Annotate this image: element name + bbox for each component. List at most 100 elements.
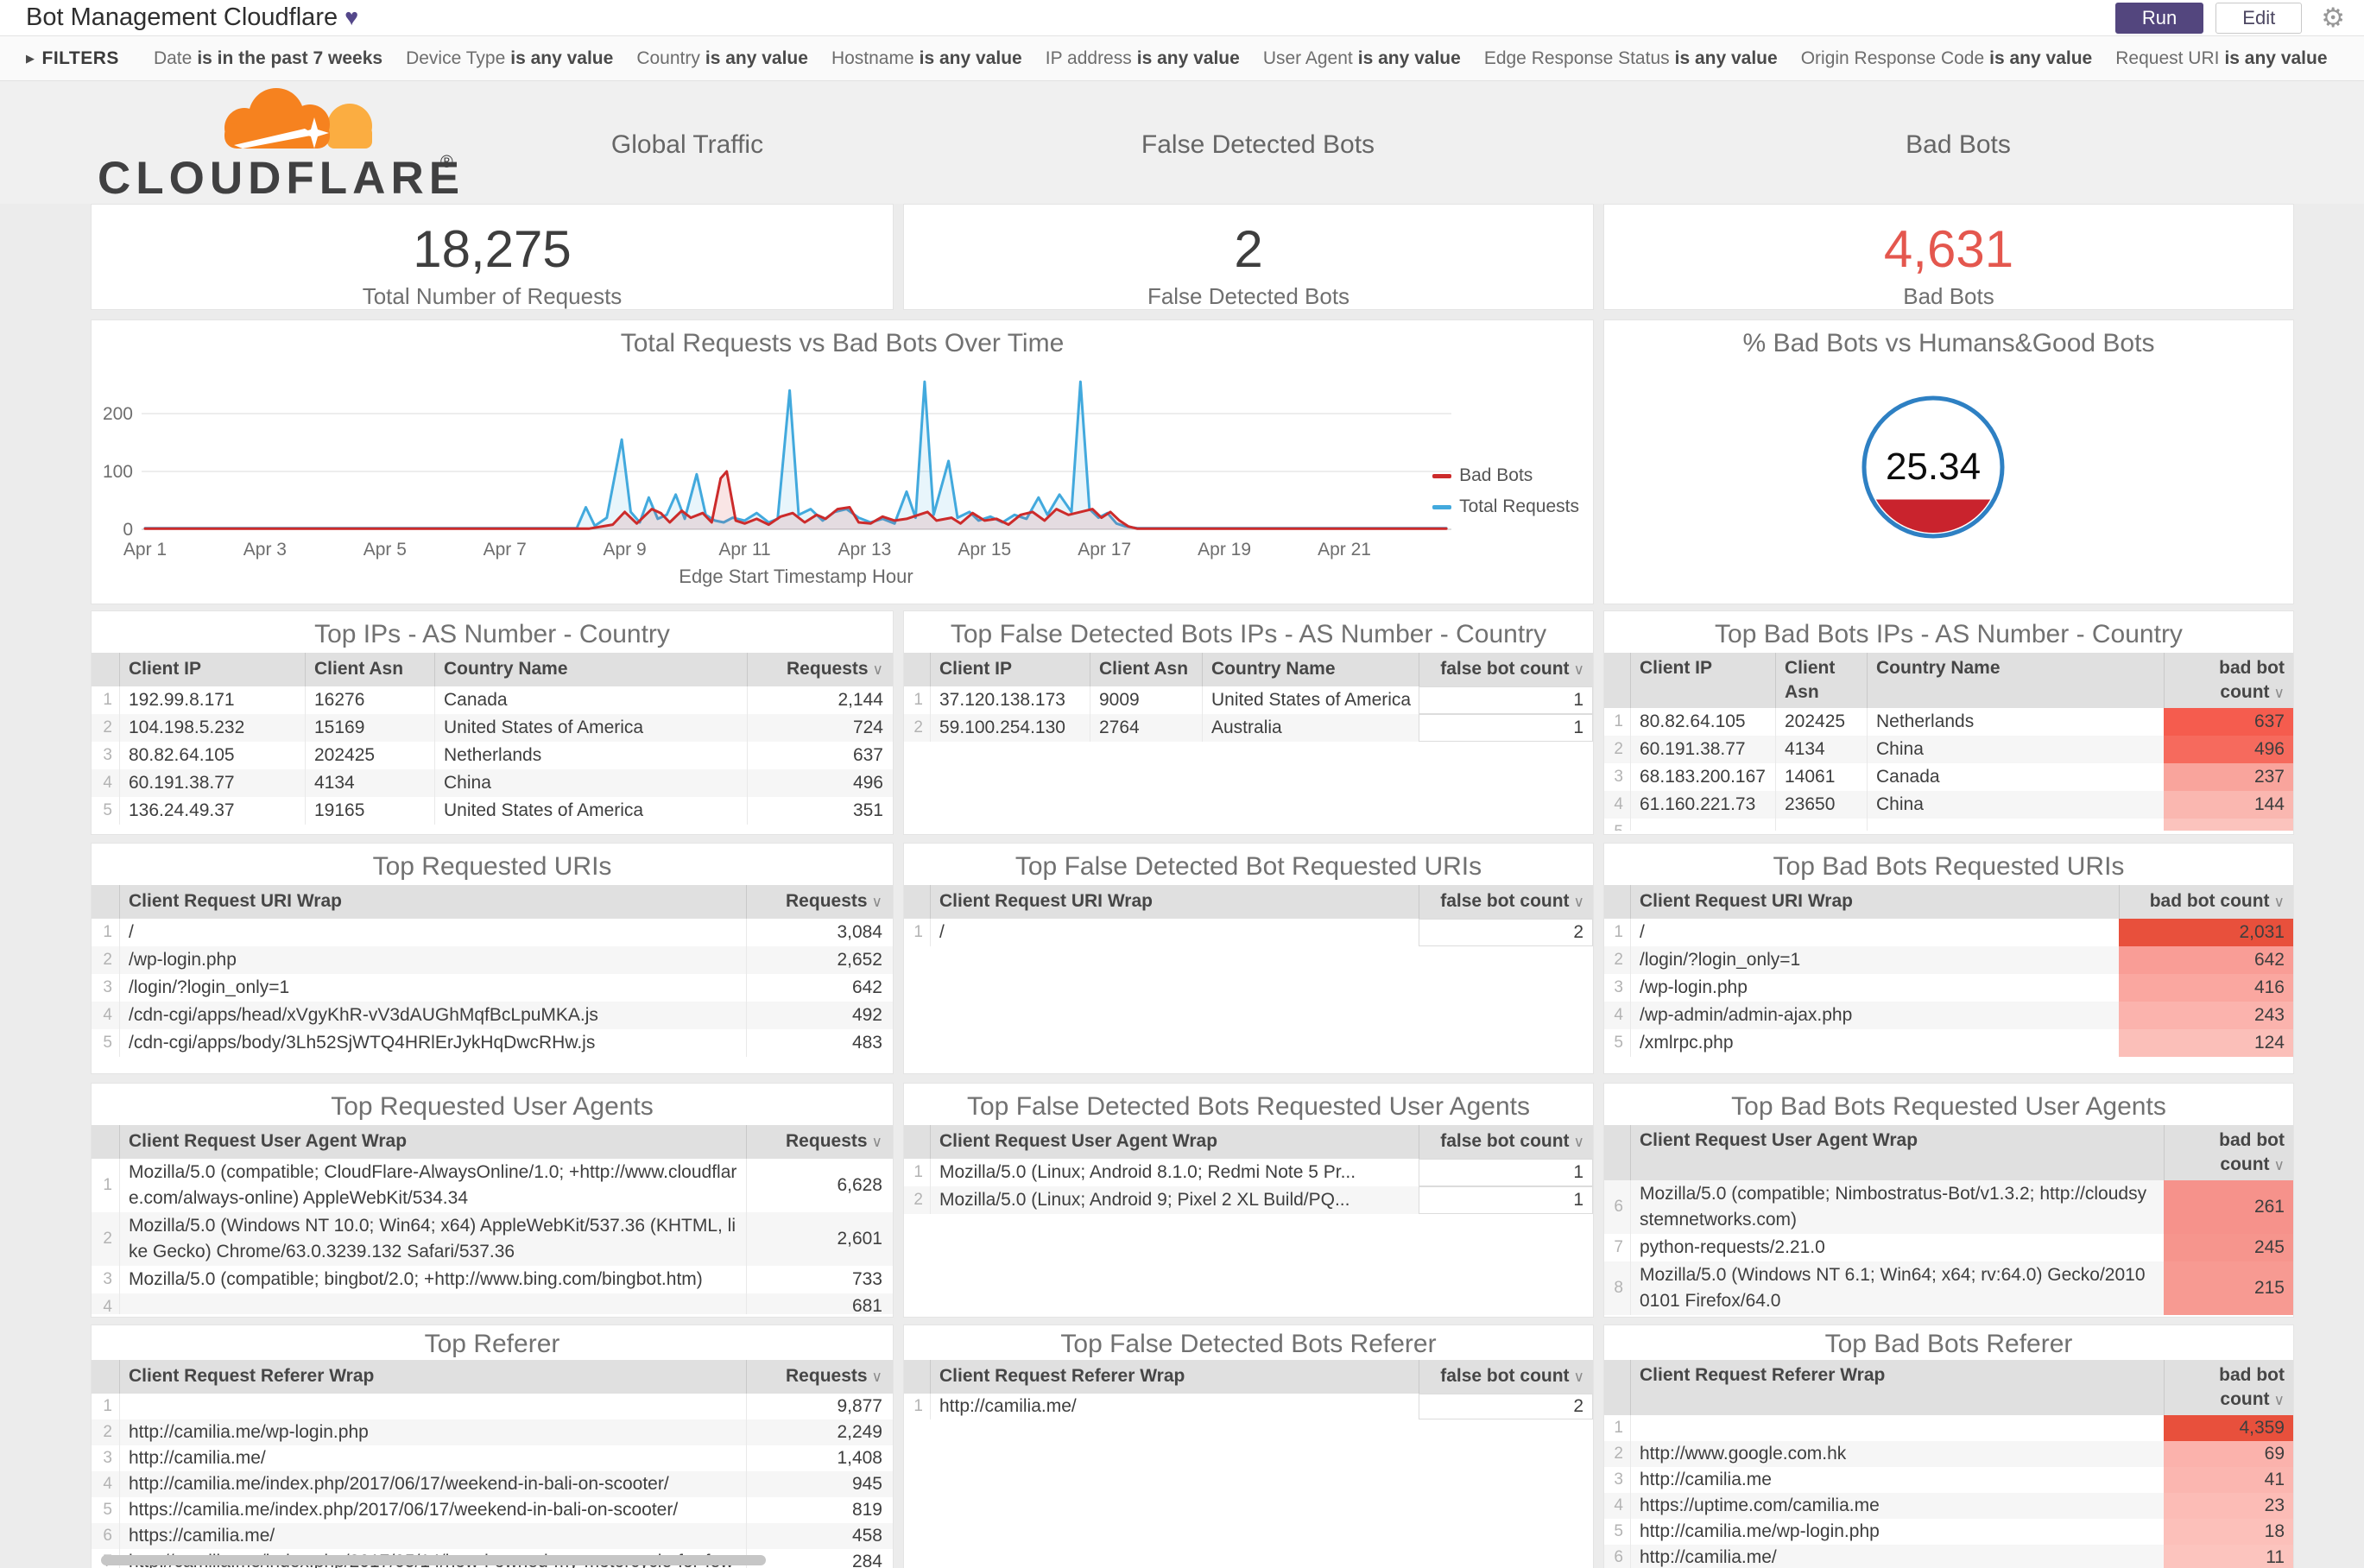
- dimension-cell[interactable]: /login/?login_only=1: [119, 974, 746, 1002]
- gear-icon[interactable]: ⚙: [2321, 4, 2345, 31]
- column-header-requests[interactable]: Requests ∨: [747, 653, 892, 686]
- column-header-false-bot-count[interactable]: false bot count ∨: [1419, 885, 1593, 919]
- dimension-cell[interactable]: Netherlands: [1867, 708, 2164, 736]
- measure-cell[interactable]: 2: [1419, 1394, 1593, 1419]
- measure-cell[interactable]: 261: [2164, 1180, 2293, 1234]
- measure-cell[interactable]: 483: [746, 1029, 891, 1057]
- column-header-bad-bot-count[interactable]: bad bot count ∨: [2164, 1125, 2293, 1180]
- measure-cell[interactable]: 1: [1419, 1186, 1593, 1214]
- dimension-cell[interactable]: http://camilia.me/: [1630, 1545, 2164, 1568]
- measure-cell[interactable]: 6,628: [746, 1159, 891, 1212]
- dimension-cell[interactable]: China: [434, 769, 747, 797]
- measure-cell[interactable]: 41: [2164, 1467, 2293, 1493]
- measure-cell[interactable]: 945: [746, 1471, 891, 1497]
- column-header-requests[interactable]: Requests ∨: [746, 1360, 891, 1394]
- dimension-cell[interactable]: /: [930, 919, 1419, 946]
- legend-item-total-requests[interactable]: Total Requests: [1432, 496, 1579, 517]
- dimension-cell[interactable]: Mozilla/5.0 (Linux; Android 8.1.0; Redmi…: [930, 1159, 1419, 1186]
- dimension-cell[interactable]: /: [1630, 919, 2119, 946]
- dimension-cell[interactable]: United States of America: [1202, 686, 1419, 714]
- dimension-cell[interactable]: Mozilla/5.0 (compatible; bingbot/2.0; +h…: [119, 1266, 746, 1293]
- filter-item-origin-response-code[interactable]: Origin Response Code is any value: [1801, 48, 2093, 69]
- dimension-cell[interactable]: Australia: [1202, 714, 1419, 742]
- dimension-cell[interactable]: 2764: [1090, 714, 1202, 742]
- dimension-cell[interactable]: /login/?login_only=1: [1630, 946, 2119, 974]
- dimension-cell[interactable]: 68.183.200.167: [1630, 763, 1775, 791]
- dimension-cell[interactable]: [119, 1394, 746, 1419]
- edit-button[interactable]: Edit: [2215, 2, 2303, 34]
- column-header-false-bot-count[interactable]: false bot count ∨: [1419, 1360, 1593, 1394]
- measure-cell[interactable]: 416: [2119, 974, 2293, 1002]
- dimension-cell[interactable]: 59.100.254.130: [930, 714, 1090, 742]
- dimension-cell[interactable]: python-requests/2.21.0: [1630, 1234, 2164, 1261]
- dimension-cell[interactable]: 202425: [1775, 708, 1867, 736]
- dimension-cell[interactable]: Mozilla/5.0 (Windows NT 6.1; Win64; x64;…: [1630, 1261, 2164, 1315]
- measure-cell[interactable]: 2,652: [746, 946, 891, 974]
- measure-cell[interactable]: 637: [2164, 708, 2293, 736]
- dimension-cell[interactable]: /wp-login.php: [1630, 974, 2119, 1002]
- dimension-cell[interactable]: 19165: [305, 797, 434, 825]
- filter-item-date[interactable]: Date is in the past 7 weeks: [154, 48, 382, 69]
- dimension-cell[interactable]: /wp-admin/admin-ajax.php: [1630, 1002, 2119, 1029]
- measure-cell[interactable]: 9,877: [746, 1394, 891, 1419]
- filter-item-user-agent[interactable]: User Agent is any value: [1263, 48, 1461, 69]
- measure-cell[interactable]: 2: [1419, 919, 1593, 946]
- measure-cell[interactable]: 642: [746, 974, 891, 1002]
- measure-cell[interactable]: 124: [2119, 1029, 2293, 1057]
- measure-cell[interactable]: 733: [746, 1266, 891, 1293]
- measure-cell[interactable]: 245: [2164, 1234, 2293, 1261]
- dimension-cell[interactable]: United States of America: [434, 714, 747, 742]
- dimension-cell[interactable]: http://camilia.me: [1630, 1467, 2164, 1493]
- dimension-cell[interactable]: [1630, 819, 1775, 831]
- dimension-cell[interactable]: http://camilia.me/: [119, 1445, 746, 1471]
- dimension-cell[interactable]: Mozilla/5.0 (compatible; Nimbostratus-Bo…: [1630, 1180, 2164, 1234]
- measure-cell[interactable]: 4,359: [2164, 1415, 2293, 1441]
- filter-item-country[interactable]: Country is any value: [636, 48, 808, 69]
- dimension-cell[interactable]: https://camilia.me/index.php/2017/06/17/…: [119, 1497, 746, 1523]
- measure-cell[interactable]: 3,084: [746, 919, 891, 946]
- measure-cell[interactable]: 69: [2164, 1441, 2293, 1467]
- dimension-cell[interactable]: http://www.google.com.hk: [1630, 1441, 2164, 1467]
- filter-item-request-uri[interactable]: Request URI is any value: [2115, 48, 2327, 69]
- dimension-cell[interactable]: 14061: [1775, 763, 1867, 791]
- measure-cell[interactable]: 2,031: [2119, 919, 2293, 946]
- dimension-cell[interactable]: Mozilla/5.0 (Linux; Android 9; Pixel 2 X…: [930, 1186, 1419, 1214]
- dimension-cell[interactable]: /cdn-cgi/apps/head/xVgyKhR-vV3dAUGhMqfBc…: [119, 1002, 746, 1029]
- dimension-cell[interactable]: 104.198.5.232: [119, 714, 305, 742]
- filter-item-hostname[interactable]: Hostname is any value: [831, 48, 1022, 69]
- measure-cell[interactable]: 681: [746, 1293, 891, 1314]
- measure-cell[interactable]: 492: [746, 1002, 891, 1029]
- measure-cell[interactable]: 458: [746, 1523, 891, 1549]
- dimension-cell[interactable]: /cdn-cgi/apps/body/3Lh52SjWTQ4HRlErJykHq…: [119, 1029, 746, 1057]
- column-header-false-bot-count[interactable]: false bot count ∨: [1419, 1125, 1593, 1159]
- dimension-cell[interactable]: [1867, 819, 2164, 831]
- measure-cell[interactable]: 637: [747, 742, 892, 769]
- dimension-cell[interactable]: https://uptime.com/camilia.me: [1630, 1493, 2164, 1519]
- measure-cell[interactable]: 144: [2164, 791, 2293, 819]
- dimension-cell[interactable]: [1775, 819, 1867, 831]
- column-header-bad-bot-count[interactable]: bad bot count ∨: [2164, 653, 2293, 708]
- column-header-requests[interactable]: Requests ∨: [746, 1125, 891, 1159]
- measure-cell[interactable]: 642: [2119, 946, 2293, 974]
- measure-cell[interactable]: 284: [746, 1549, 891, 1568]
- dimension-cell[interactable]: http://camilia.me/wp-login.php: [119, 1419, 746, 1445]
- dimension-cell[interactable]: 4134: [1775, 736, 1867, 763]
- measure-cell[interactable]: 11: [2164, 1545, 2293, 1568]
- legend-item-bad-bots[interactable]: Bad Bots: [1432, 465, 1579, 486]
- dimension-cell[interactable]: 60.191.38.77: [119, 769, 305, 797]
- measure-cell[interactable]: 237: [2164, 763, 2293, 791]
- measure-cell[interactable]: 23: [2164, 1493, 2293, 1519]
- dimension-cell[interactable]: 9009: [1090, 686, 1202, 714]
- dimension-cell[interactable]: 136.24.49.37: [119, 797, 305, 825]
- measure-cell[interactable]: 2,144: [747, 686, 892, 714]
- dimension-cell[interactable]: /: [119, 919, 746, 946]
- measure-cell[interactable]: 819: [746, 1497, 891, 1523]
- measure-cell[interactable]: 496: [747, 769, 892, 797]
- column-header-false-bot-count[interactable]: false bot count ∨: [1419, 653, 1593, 686]
- measure-cell[interactable]: 2,601: [746, 1212, 891, 1266]
- dimension-cell[interactable]: United States of America: [434, 797, 747, 825]
- column-header-bad-bot-count[interactable]: bad bot count ∨: [2119, 885, 2293, 919]
- measure-cell[interactable]: 1,408: [746, 1445, 891, 1471]
- dimension-cell[interactable]: 23650: [1775, 791, 1867, 819]
- dimension-cell[interactable]: http://camilia.me/wp-login.php: [1630, 1519, 2164, 1545]
